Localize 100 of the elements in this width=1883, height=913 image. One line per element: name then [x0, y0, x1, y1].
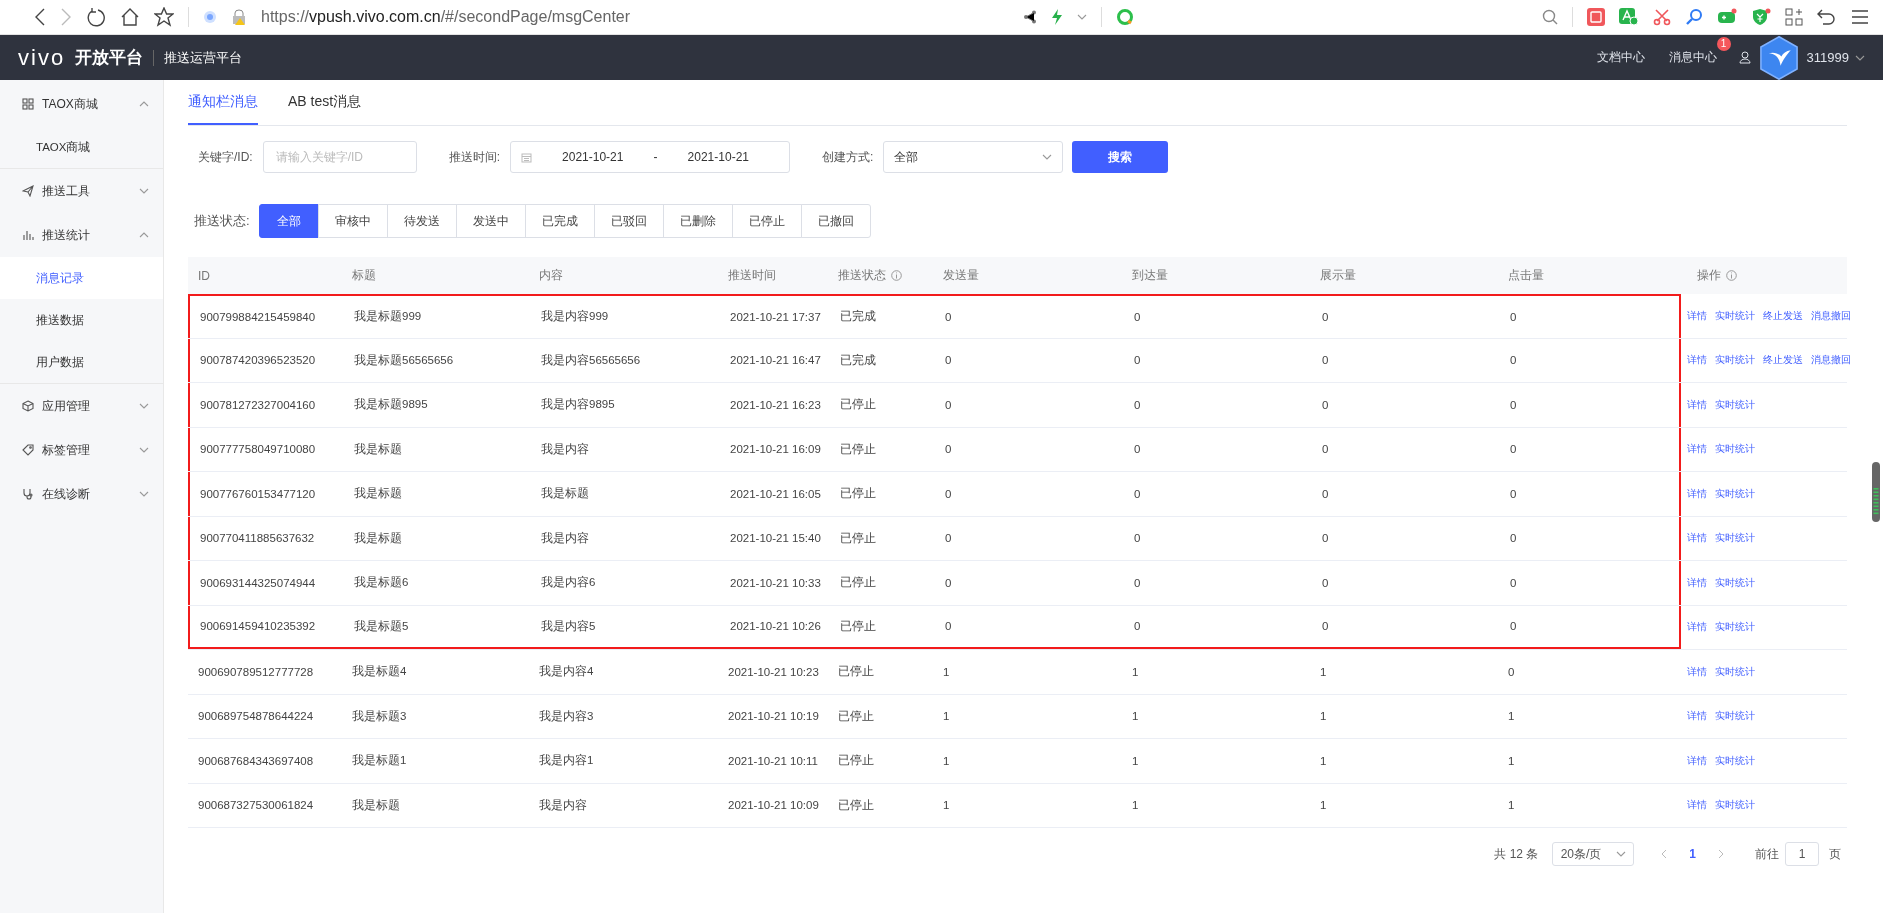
action-link[interactable]: 实时统计	[1715, 442, 1755, 457]
shield-icon[interactable]	[1751, 8, 1771, 26]
ring-icon[interactable]	[1116, 8, 1134, 26]
action-link[interactable]: 实时统计	[1715, 308, 1755, 323]
star-icon[interactable]	[154, 7, 174, 27]
magnifier-icon[interactable]	[1685, 8, 1703, 26]
action-link[interactable]: 详情	[1687, 575, 1707, 590]
status-option[interactable]: 已完成	[524, 204, 595, 238]
lightning-icon[interactable]	[1051, 9, 1063, 25]
action-link[interactable]: 实时统计	[1715, 709, 1755, 724]
action-link[interactable]: 详情	[1687, 397, 1707, 412]
page-jump-field[interactable]: 1	[1785, 842, 1819, 866]
table-cell: 1	[1508, 799, 1515, 812]
home-icon[interactable]	[120, 7, 140, 27]
status-option[interactable]: 全部	[258, 204, 319, 238]
action-link[interactable]: 消息撤回	[1811, 308, 1851, 323]
table-cell: 已完成	[840, 310, 876, 323]
column-header: 推送状态	[838, 267, 886, 284]
tab[interactable]: AB test消息	[288, 93, 362, 125]
action-link[interactable]: 详情	[1687, 442, 1707, 457]
action-link[interactable]: 消息撤回	[1811, 353, 1851, 368]
status-option[interactable]: 发送中	[455, 204, 526, 238]
action-link[interactable]: 实时统计	[1715, 397, 1755, 412]
address-bar[interactable]: https://vpush.vivo.com.cn/#/secondPage/msgCenter	[261, 8, 631, 26]
action-link[interactable]: 详情	[1687, 353, 1707, 368]
prev-page-icon[interactable]	[1660, 849, 1668, 859]
table-cell: 2021-10-21 10:23	[728, 665, 819, 678]
date-range-field[interactable]: 2021-10-21 - 2021-10-21	[510, 141, 790, 173]
action-link[interactable]: 实时统计	[1715, 486, 1755, 501]
action-link[interactable]: 详情	[1687, 709, 1707, 724]
brand-logo[interactable]: vivo	[18, 44, 66, 71]
sidebar-item[interactable]: 在线诊断	[0, 472, 163, 516]
reload-icon[interactable]	[86, 7, 106, 27]
column-header: 到达量	[1132, 267, 1168, 284]
sidebar-item[interactable]: 推送工具	[0, 169, 163, 213]
page-number[interactable]: 1	[1677, 847, 1708, 861]
action-link[interactable]: 实时统计	[1715, 531, 1755, 546]
app-icon[interactable]	[1587, 8, 1605, 26]
action-link[interactable]: 详情	[1687, 486, 1707, 501]
method-select[interactable]: 全部	[883, 141, 1064, 173]
status-option[interactable]: 已撤回	[800, 204, 871, 238]
action-link[interactable]: 详情	[1687, 753, 1707, 768]
gamepad-icon[interactable]	[1717, 8, 1737, 26]
chevron-icon	[1042, 154, 1053, 160]
chevron-icon	[1077, 14, 1087, 20]
scroll-thumb-icon[interactable]	[1872, 462, 1880, 522]
forward-icon[interactable]	[60, 8, 72, 26]
action-link[interactable]: 终止发送	[1763, 353, 1803, 368]
table-cell: 1	[1320, 665, 1327, 678]
status-option[interactable]: 已停止	[731, 204, 802, 238]
table-cell: 我是内容9895	[541, 398, 615, 411]
platform-name: 开放平台	[75, 47, 144, 69]
table-cell: 2021-10-21 10:19	[728, 710, 819, 723]
table-cell: 1	[943, 710, 950, 723]
action-link[interactable]: 详情	[1687, 308, 1707, 323]
translate-icon[interactable]	[1619, 8, 1639, 26]
action-link[interactable]: 详情	[1687, 798, 1707, 813]
sidebar-item[interactable]: TAOX商城	[0, 82, 163, 126]
back-icon[interactable]	[34, 8, 46, 26]
sidebar-subitem[interactable]: 消息记录	[0, 257, 163, 299]
sidebar-subitem[interactable]: TAOX商城	[0, 126, 163, 168]
action-link[interactable]: 实时统计	[1715, 353, 1755, 368]
sidebar-subitem[interactable]: 用户数据	[0, 341, 163, 383]
user-name[interactable]: 311999	[1806, 50, 1849, 65]
action-link[interactable]: 实时统计	[1715, 575, 1755, 590]
header-link[interactable]: 消息中心	[1668, 49, 1717, 66]
menu-icon[interactable]	[1851, 9, 1869, 25]
status-option[interactable]: 审核中	[317, 204, 388, 238]
action-link[interactable]: 详情	[1687, 664, 1707, 679]
scissors-icon[interactable]	[1653, 8, 1671, 26]
undo-icon[interactable]	[1817, 8, 1837, 26]
table-cell: 900799884215459840	[200, 310, 316, 323]
action-link[interactable]: 详情	[1687, 531, 1707, 546]
page-size-select[interactable]: 20条/页	[1552, 842, 1635, 866]
apps-icon[interactable]	[1785, 8, 1803, 26]
action-link[interactable]: 实时统计	[1715, 664, 1755, 679]
search-icon[interactable]	[1542, 9, 1558, 25]
search-button[interactable]: 搜索	[1072, 141, 1169, 173]
status-option[interactable]: 待发送	[386, 204, 457, 238]
field-label: 关键字/ID:	[198, 148, 253, 166]
table-cell: 我是内容4	[539, 665, 594, 678]
status-option[interactable]: 已删除	[662, 204, 733, 238]
action-link[interactable]: 详情	[1687, 620, 1707, 635]
table-cell: 0	[945, 398, 952, 411]
total-count: 共 12 条	[1494, 845, 1539, 863]
action-link[interactable]: 终止发送	[1763, 308, 1803, 323]
table-cell: 0	[1322, 443, 1329, 456]
header-link[interactable]: 文档中心	[1596, 49, 1645, 66]
next-page-icon[interactable]	[1718, 849, 1725, 859]
table-cell: 2021-10-21 10:26	[730, 620, 821, 633]
sidebar-item[interactable]: 推送统计	[0, 213, 163, 257]
sidebar-item[interactable]: 标签管理	[0, 428, 163, 472]
action-link[interactable]: 实时统计	[1715, 798, 1755, 813]
user-icon[interactable]	[1738, 51, 1751, 64]
sidebar-item[interactable]: 应用管理	[0, 384, 163, 428]
tab[interactable]: 通知栏消息	[188, 93, 258, 125]
action-link[interactable]: 实时统计	[1715, 620, 1755, 635]
action-link[interactable]: 实时统计	[1715, 753, 1755, 768]
sidebar-subitem[interactable]: 推送数据	[0, 299, 163, 341]
status-option[interactable]: 已驳回	[593, 204, 664, 238]
